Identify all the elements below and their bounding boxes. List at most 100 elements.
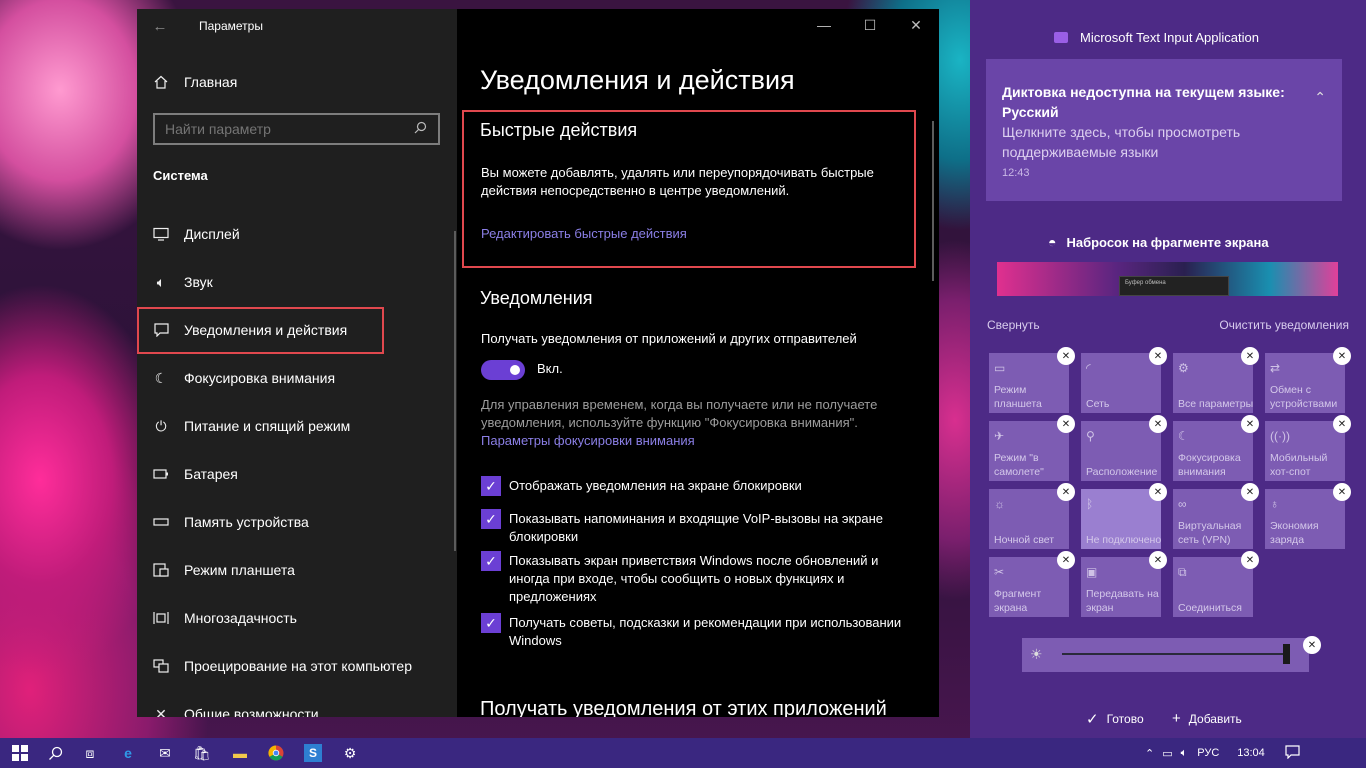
task-view-icon[interactable]: ⧈ <box>72 738 108 768</box>
quick-tile-network[interactable]: ◜ Сеть ✕ <box>1081 347 1167 413</box>
nav-sound[interactable]: 🔈︎ Звук <box>137 262 457 302</box>
store-icon[interactable]: 🛍︎ <box>184 738 220 768</box>
file-explorer-icon[interactable]: ▬ <box>222 738 258 768</box>
search-icon[interactable] <box>414 121 438 137</box>
keyboard-app-icon <box>1054 32 1068 43</box>
nav-focus[interactable]: ☾ Фокусировка внимания <box>137 358 457 398</box>
location-icon: ⚲ <box>1086 429 1095 443</box>
quick-tile-battery-saver[interactable]: ♁ Экономия заряда ✕ <box>1265 483 1351 549</box>
maximize-icon[interactable]: ☐ <box>847 9 893 41</box>
quick-tile-focus[interactable]: ☾ Фокусировка внимания ✕ <box>1173 415 1259 481</box>
search-box[interactable] <box>153 113 440 145</box>
language-indicator[interactable]: РУС <box>1197 747 1219 759</box>
add-button[interactable]: + Добавить <box>1172 710 1242 727</box>
checkmark-icon: ✓ <box>485 552 497 569</box>
nav-home[interactable]: Главная <box>137 62 457 102</box>
project-icon: ▣ <box>1086 565 1098 579</box>
unpin-icon[interactable]: ✕ <box>1333 483 1351 501</box>
project-icon <box>152 657 170 675</box>
focus-settings-link[interactable]: Параметры фокусировки внимания <box>481 433 695 448</box>
nav-storage[interactable]: Память устройства <box>137 502 457 542</box>
nav-label: Проецирование на этот компьютер <box>184 658 412 674</box>
action-center-icon[interactable] <box>1285 744 1300 762</box>
unpin-icon[interactable]: ✕ <box>1333 347 1351 365</box>
quick-tile-snip[interactable]: ✂ Фрагмент экрана ✕ <box>989 551 1075 617</box>
edit-quick-actions-link[interactable]: Редактировать быстрые действия <box>481 226 687 241</box>
checkmark-icon: ✓ <box>485 510 497 527</box>
notification-toast[interactable]: Диктовка недоступна на текущем языке: Ру… <box>986 59 1342 201</box>
snip-thumbnail-window: Буфер обмена <box>1119 276 1229 296</box>
clear-notifications-link[interactable]: Очистить уведомления <box>1219 318 1349 332</box>
quick-tile-project[interactable]: ▣ Передавать на экран ✕ <box>1081 551 1167 617</box>
unpin-icon[interactable]: ✕ <box>1057 415 1075 433</box>
home-icon <box>152 73 170 91</box>
minimize-icon[interactable]: — <box>801 9 847 41</box>
search-icon[interactable] <box>37 738 73 768</box>
moon-icon: ☾ <box>154 369 168 386</box>
unpin-icon[interactable]: ✕ <box>1333 415 1351 433</box>
unpin-icon[interactable]: ✕ <box>1149 551 1167 569</box>
unpin-icon[interactable]: ✕ <box>1057 347 1075 365</box>
done-button[interactable]: ✓ Готово <box>1086 710 1144 728</box>
checkbox-welcome[interactable]: ✓ <box>481 551 501 571</box>
nav-battery[interactable]: Батарея <box>137 454 457 494</box>
quick-tile-bluetooth[interactable]: ᛒ Не подключено ✕ <box>1081 483 1167 549</box>
unpin-icon[interactable]: ✕ <box>1149 415 1167 433</box>
quick-tile-nearby-share[interactable]: ⇄ Обмен с устройствами ✕ <box>1265 347 1351 413</box>
snip-thumbnail[interactable]: Буфер обмена <box>997 262 1338 296</box>
notification-app-name: Microsoft Text Input Application <box>1080 30 1259 45</box>
checkbox-voip[interactable]: ✓ <box>481 509 501 529</box>
nav-tablet[interactable]: Режим планшета <box>137 550 457 590</box>
nav-project[interactable]: Проецирование на этот компьютер <box>137 646 457 686</box>
nav-shared[interactable]: ✕ Общие возможности <box>137 694 457 718</box>
brightness-track[interactable] <box>1062 653 1287 655</box>
nav-display[interactable]: Дисплей <box>137 214 457 254</box>
settings-gear-icon[interactable]: ⚙ <box>332 738 368 768</box>
nav-label: Фокусировка внимания <box>184 370 336 386</box>
notifications-toggle[interactable] <box>481 360 525 380</box>
quick-tile-tablet-mode[interactable]: ▭ Режим планшета ✕ <box>989 347 1075 413</box>
network-icon[interactable]: ▭ <box>1162 747 1172 760</box>
content-scrollbar[interactable] <box>932 121 934 281</box>
section-label: Система <box>153 168 208 183</box>
brightness-slider[interactable]: ☀ ✕ <box>1022 636 1321 672</box>
brightness-thumb[interactable] <box>1283 644 1290 664</box>
chrome-icon[interactable] <box>258 738 294 768</box>
unpin-icon[interactable]: ✕ <box>1149 347 1167 365</box>
quick-tile-airplane[interactable]: ✈ Режим "в самолете" ✕ <box>989 415 1075 481</box>
unpin-icon[interactable]: ✕ <box>1149 483 1167 501</box>
unpin-icon[interactable]: ✕ <box>1057 483 1075 501</box>
quick-tile-connect[interactable]: ⧉ Соединиться ✕ <box>1173 551 1259 617</box>
mail-icon[interactable]: ✉ <box>147 738 183 768</box>
nav-power[interactable]: ⏻ Питание и спящий режим <box>137 406 457 446</box>
back-arrow-icon[interactable]: ← <box>137 18 183 35</box>
unpin-icon[interactable]: ✕ <box>1241 415 1259 433</box>
unpin-icon[interactable]: ✕ <box>1241 347 1259 365</box>
search-input[interactable] <box>155 121 414 137</box>
quick-tile-night-light[interactable]: ☼ Ночной свет ✕ <box>989 483 1075 549</box>
quick-tile-all-settings[interactable]: ⚙ Все параметры ✕ <box>1173 347 1259 413</box>
unpin-icon[interactable]: ✕ <box>1057 551 1075 569</box>
start-windows-icon[interactable] <box>2 738 38 768</box>
chevron-up-icon[interactable]: ⌃ <box>1145 747 1154 760</box>
monitor-icon <box>152 225 170 243</box>
clock[interactable]: 13:04 <box>1237 747 1265 759</box>
chevron-up-icon[interactable]: ⌃ <box>1314 89 1326 106</box>
sidebar-scrollbar[interactable] <box>454 231 456 551</box>
quick-tile-hotspot[interactable]: ((·)) Мобильный хот-спот ✕ <box>1265 415 1351 481</box>
checkbox-tips[interactable]: ✓ <box>481 613 501 633</box>
quick-tile-vpn[interactable]: ∞ Виртуальная сеть (VPN) ✕ <box>1173 483 1259 549</box>
app-s-icon[interactable]: S <box>295 738 331 768</box>
quick-tile-location[interactable]: ⚲ Расположение ✕ <box>1081 415 1167 481</box>
unpin-icon[interactable]: ✕ <box>1303 636 1321 654</box>
nav-multitask[interactable]: Многозадачность <box>137 598 457 638</box>
nav-label: Режим планшета <box>184 562 295 578</box>
collapse-link[interactable]: Свернуть <box>987 318 1040 332</box>
close-icon[interactable]: ✕ <box>893 9 939 41</box>
edge-icon[interactable]: e <box>110 738 146 768</box>
unpin-icon[interactable]: ✕ <box>1241 551 1259 569</box>
checkbox-lock-screen[interactable]: ✓ <box>481 476 501 496</box>
volume-icon[interactable]: 🔈︎ <box>1181 747 1188 760</box>
unpin-icon[interactable]: ✕ <box>1241 483 1259 501</box>
tile-label: Виртуальная сеть (VPN) <box>1178 520 1242 546</box>
